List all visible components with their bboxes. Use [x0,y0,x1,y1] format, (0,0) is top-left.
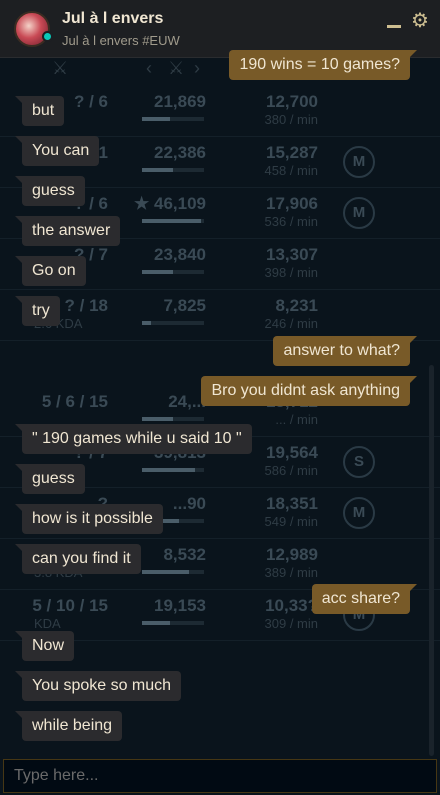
damage-bar [142,321,204,325]
received-message: guess [15,176,85,206]
contact-name: Jul à l envers [62,10,164,27]
match-gold-per-min: 380 / min [264,112,318,127]
damage-bar [142,168,204,172]
match-kda-score: 5 / 10 / 15 [32,596,108,615]
damage-bar-fill [142,117,170,121]
received-message: how is it possible [15,504,163,534]
match-medal-icon: S [343,446,375,478]
damage-bar [142,270,204,274]
match-gold-per-min: 398 / min [264,265,318,280]
received-message: " 190 games while u said 10 " [15,424,252,454]
chat-scrollbar[interactable] [429,365,434,756]
match-damage: 19,153 [154,596,206,615]
match-damage: 7,825 [163,296,206,315]
row-divider [0,538,440,539]
damage-bar-fill [142,168,173,172]
match-gold: 15,287 [266,143,318,162]
gear-icon[interactable]: ⚙ [411,11,429,31]
damage-bar-fill [142,219,201,223]
contact-riot-id: Jul à l envers #EUW [62,33,180,48]
match-medal-icon: M [343,497,375,529]
received-message: Now [14,631,75,661]
chevron-left-icon: ‹ [146,58,152,78]
match-medal-icon: M [343,197,375,229]
received-message: guess [15,464,85,494]
match-gold-per-min: 586 / min [264,463,318,478]
message-input-area [0,756,440,795]
match-gold: 13,307 [266,245,318,264]
damage-bar-fill [142,468,195,472]
damage-bar [142,219,204,223]
crossed-swords-icon: ⚔ [52,58,69,78]
received-message: but [14,96,65,126]
received-message: You spoke so much [14,671,182,701]
chevron-right-icon: › [194,58,200,78]
damage-bar-fill [142,270,173,274]
received-message: try [15,296,60,326]
match-gold: 12,989 [266,545,318,564]
match-damage: ★ 46,109 [134,194,206,213]
received-message: the answer [14,216,121,246]
received-message: while being [14,711,123,741]
online-status-dot [42,31,53,42]
match-gold-per-min: 458 / min [264,163,318,178]
damage-bar-fill [142,621,170,625]
damage-bar [142,117,204,121]
sword-icon: ⚔ [168,58,185,78]
match-gold: 12,700 [266,92,318,111]
match-medal-icon: M [343,146,375,178]
sent-message: acc share? [311,584,418,614]
row-divider [0,289,440,290]
damage-bar [142,570,204,574]
minimize-icon[interactable] [386,14,402,32]
sent-message: 190 wins = 10 games? [229,50,417,80]
match-gold: 8,231 [275,296,318,315]
match-damage: 24,... [168,392,206,411]
damage-bar [142,417,204,421]
damage-bar [142,468,204,472]
match-row: ? / 182.6 KDA7,8258,231246 / min [0,292,440,342]
match-gold-per-min: 389 / min [264,565,318,580]
damage-bar-fill [142,570,189,574]
match-gold-per-min: 536 / min [264,214,318,229]
match-gold-per-min: 246 / min [264,316,318,331]
match-gold-per-min: 549 / min [264,514,318,529]
damage-bar-fill [142,321,152,325]
match-damage: 23,840 [154,245,206,264]
match-kda-score: 5 / 6 / 15 [41,392,108,411]
message-input[interactable] [3,759,437,793]
received-message: can you find it [15,544,141,574]
damage-bar [142,621,204,625]
received-message: Go on [15,256,86,286]
match-damage: 21,869 [154,92,206,111]
match-damage: 22,386 [154,143,206,162]
match-gold: 10,33? [265,596,318,615]
received-message: You can [14,136,100,166]
match-damage: 8,532 [163,545,206,564]
match-gold: 18,351 [266,494,318,513]
match-gold-per-min: ... / min [275,412,318,427]
sent-message: Bro you didnt ask anything [201,376,417,406]
match-gold: 17,906 [266,194,318,213]
match-kda-ratio: KDA [34,616,61,631]
damage-bar-fill [142,417,173,421]
match-gold-per-min: 309 / min [264,616,318,631]
sent-message: answer to what? [273,336,417,366]
match-row: ? / 6KDA21,86912,700380 / min [0,88,440,138]
